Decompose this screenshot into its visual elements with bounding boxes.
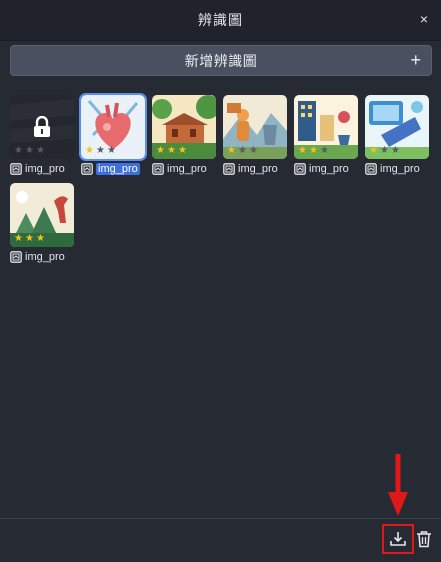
image-thumbnail[interactable]: ★ ★ ★ (79, 93, 147, 161)
image-file-icon (10, 251, 22, 263)
image-name-row[interactable]: img_pro (10, 249, 80, 265)
image-name-row[interactable]: img_pro (294, 161, 364, 177)
image-file-icon (223, 163, 235, 175)
trash-icon (417, 531, 431, 548)
star-rating: ★ ★ ★ (14, 146, 45, 156)
star-filled-icon: ★ (35, 233, 45, 244)
image-name: img_pro (238, 163, 278, 175)
star-empty-icon: ★ (248, 145, 258, 156)
image-name-row[interactable]: img_pro (10, 161, 80, 177)
star-rating: ★ ★ ★ (85, 146, 116, 156)
image-file-icon (365, 163, 377, 175)
image-thumbnail[interactable]: ★ ★ ★ (223, 95, 287, 159)
image-name-row[interactable]: img_pro (152, 161, 222, 177)
image-name: img_pro (96, 163, 140, 175)
delete-button[interactable] (415, 527, 433, 551)
star-filled-icon: ★ (227, 145, 236, 156)
image-thumbnail[interactable]: ★ ★ ★ (10, 183, 74, 247)
image-thumbnail[interactable]: ★ ★ ★ (365, 95, 429, 159)
star-filled-icon: ★ (85, 145, 94, 156)
image-name-row[interactable]: img_pro (365, 161, 435, 177)
plus-icon: + (410, 50, 421, 70)
star-filled-icon: ★ (308, 145, 318, 156)
add-target-image-button[interactable]: 新增辨識圖 + (10, 45, 432, 76)
title-bar: 辨識圖 × (0, 0, 441, 41)
export-button[interactable] (382, 524, 414, 554)
star-empty-icon: ★ (95, 145, 105, 156)
star-empty-icon: ★ (14, 145, 23, 156)
footer-divider (0, 518, 441, 519)
image-name-row[interactable]: img_pro (223, 161, 293, 177)
star-filled-icon: ★ (369, 145, 378, 156)
star-empty-icon: ★ (379, 145, 389, 156)
star-rating: ★ ★ ★ (369, 146, 400, 156)
star-filled-icon: ★ (14, 233, 23, 244)
image-name: img_pro (25, 251, 65, 263)
image-thumbnail[interactable]: ★ ★ ★ (152, 95, 216, 159)
annotation-arrow-icon (388, 454, 408, 516)
star-filled-icon: ★ (298, 145, 307, 156)
image-file-icon (152, 163, 164, 175)
star-rating: ★ ★ ★ (227, 146, 258, 156)
image-name: img_pro (167, 163, 207, 175)
star-rating: ★ ★ ★ (14, 234, 45, 244)
star-filled-icon: ★ (24, 233, 34, 244)
image-file-icon (294, 163, 306, 175)
star-filled-icon: ★ (156, 145, 165, 156)
star-empty-icon: ★ (390, 145, 400, 156)
star-filled-icon: ★ (166, 145, 176, 156)
star-rating: ★ ★ ★ (156, 146, 187, 156)
star-filled-icon: ★ (177, 145, 187, 156)
add-button-label: 新增辨識圖 (184, 52, 258, 69)
star-rating: ★ ★ ★ (298, 146, 329, 156)
image-file-icon (10, 163, 22, 175)
image-name: img_pro (25, 163, 65, 175)
image-name: img_pro (309, 163, 349, 175)
star-empty-icon: ★ (24, 145, 34, 156)
star-empty-icon: ★ (35, 145, 45, 156)
image-name-row[interactable]: img_pro (81, 161, 151, 177)
download-icon (390, 532, 406, 546)
image-thumbnail[interactable]: ★ ★ ★ (10, 95, 74, 159)
close-icon[interactable]: × (417, 12, 431, 26)
star-empty-icon: ★ (319, 145, 329, 156)
image-name: img_pro (380, 163, 420, 175)
star-empty-icon: ★ (106, 145, 116, 156)
image-thumbnail[interactable]: ★ ★ ★ (294, 95, 358, 159)
image-file-icon (81, 163, 93, 175)
window-title: 辨識圖 (198, 12, 243, 28)
star-empty-icon: ★ (237, 145, 247, 156)
